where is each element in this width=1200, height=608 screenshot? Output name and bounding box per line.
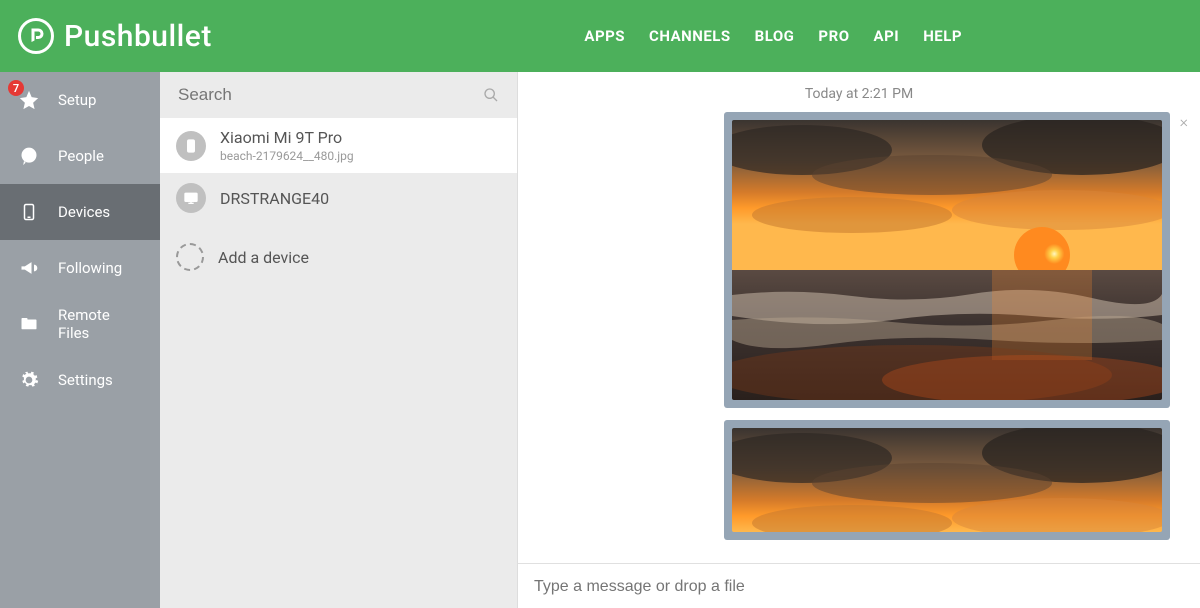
add-icon [176, 243, 204, 271]
setup-badge: 7 [8, 80, 24, 96]
chat-icon [18, 145, 40, 167]
phone-icon [176, 131, 206, 161]
message-item [548, 420, 1170, 540]
search-bar [160, 72, 517, 118]
brand-name: Pushbullet [64, 19, 212, 54]
sidebar: 7 Setup People Devices Following [0, 72, 160, 608]
messages-list[interactable]: × [518, 112, 1200, 563]
sidebar-item-devices[interactable]: Devices [0, 184, 160, 240]
timestamp: Today at 2:21 PM [518, 72, 1200, 112]
gear-icon [18, 369, 40, 391]
close-icon[interactable]: × [1180, 112, 1188, 131]
sidebar-item-settings[interactable]: Settings [0, 352, 160, 408]
nav-channels[interactable]: CHANNELS [649, 27, 731, 45]
nav-pro[interactable]: PRO [818, 27, 849, 45]
nav-api[interactable]: API [874, 27, 900, 45]
device-name: DRSTRANGE40 [220, 189, 329, 208]
sidebar-item-setup[interactable]: 7 Setup [0, 72, 160, 128]
sidebar-item-label: Remote Files [58, 306, 142, 342]
image-attachment [732, 428, 1162, 532]
search-input[interactable] [178, 85, 483, 105]
device-item-add[interactable]: Add a device [160, 233, 517, 281]
main: 7 Setup People Devices Following [0, 72, 1200, 608]
message-input[interactable] [534, 578, 1184, 596]
device-name: Xiaomi Mi 9T Pro [220, 128, 354, 147]
logo[interactable]: Pushbullet [18, 18, 212, 54]
desktop-icon [176, 183, 206, 213]
sidebar-item-people[interactable]: People [0, 128, 160, 184]
top-nav: APPS CHANNELS BLOG PRO API HELP [584, 27, 962, 45]
sidebar-item-remote-files[interactable]: Remote Files [0, 296, 160, 352]
sidebar-item-label: Settings [58, 371, 113, 389]
header: Pushbullet APPS CHANNELS BLOG PRO API HE… [0, 0, 1200, 72]
logo-icon [18, 18, 54, 54]
phone-icon [18, 201, 40, 223]
device-item-xiaomi[interactable]: Xiaomi Mi 9T Pro beach-2179624__480.jpg [160, 118, 517, 173]
input-bar [518, 563, 1200, 608]
sidebar-item-label: Devices [58, 203, 110, 221]
nav-blog[interactable]: BLOG [755, 27, 795, 45]
device-item-drstrange[interactable]: DRSTRANGE40 [160, 173, 517, 223]
content-area: Today at 2:21 PM [518, 72, 1200, 608]
message-item: × [548, 112, 1170, 408]
search-icon[interactable] [483, 87, 499, 103]
nav-help[interactable]: HELP [923, 27, 962, 45]
sidebar-item-label: Following [58, 259, 122, 277]
sidebar-item-label: People [58, 147, 104, 165]
device-subtitle: beach-2179624__480.jpg [220, 149, 354, 163]
device-name: Add a device [218, 248, 309, 267]
nav-apps[interactable]: APPS [584, 27, 625, 45]
sidebar-item-label: Setup [58, 91, 96, 109]
folder-icon [18, 313, 40, 335]
device-panel: Xiaomi Mi 9T Pro beach-2179624__480.jpg … [160, 72, 518, 608]
message-bubble[interactable] [724, 420, 1170, 540]
image-attachment [732, 120, 1162, 400]
message-bubble[interactable] [724, 112, 1170, 408]
megaphone-icon [18, 257, 40, 279]
sidebar-item-following[interactable]: Following [0, 240, 160, 296]
